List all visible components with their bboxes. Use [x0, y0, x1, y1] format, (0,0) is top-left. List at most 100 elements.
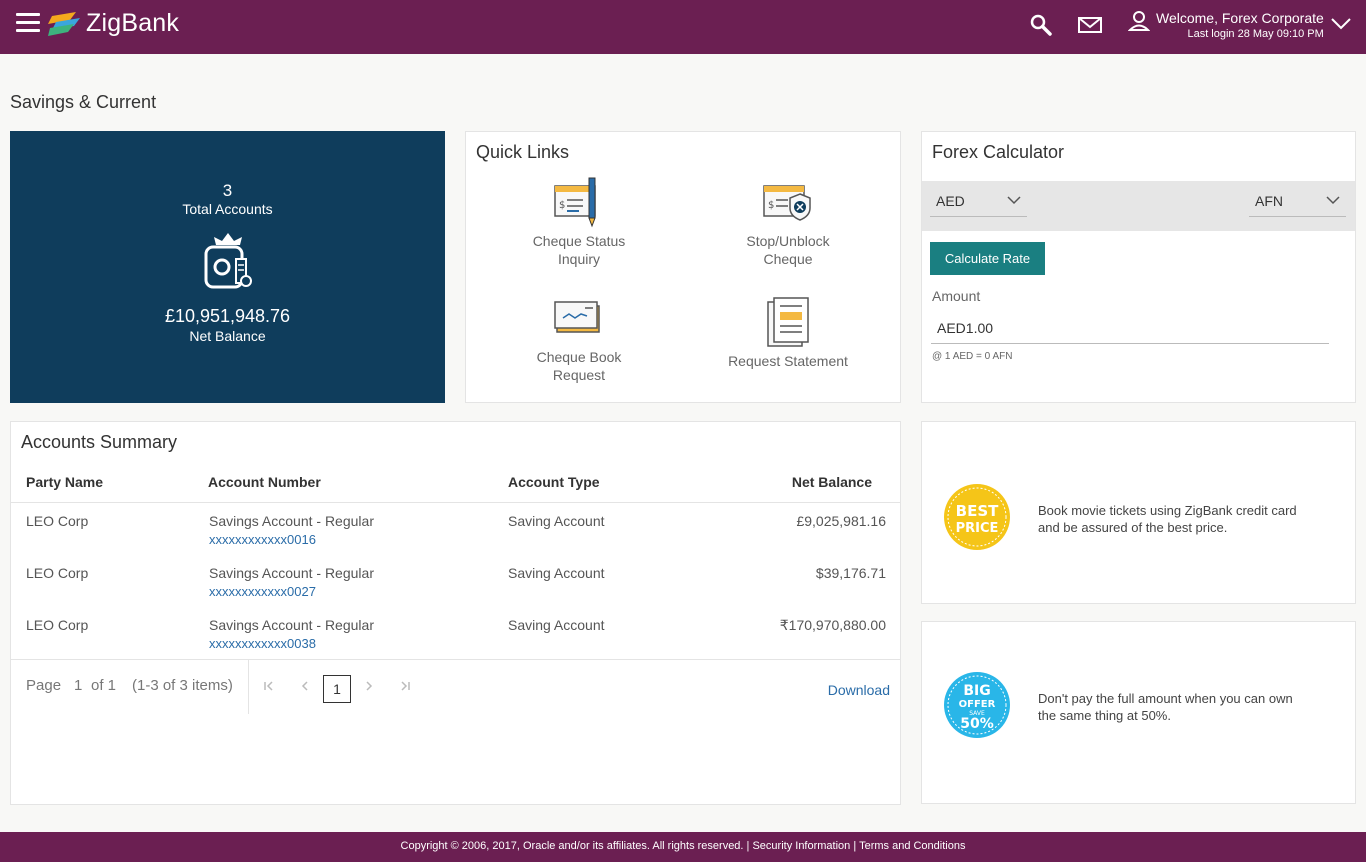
chevron-down-icon	[1007, 196, 1021, 205]
account-type: Saving Account	[508, 513, 605, 529]
account-name: Savings Account - Regular	[209, 617, 374, 633]
zigbank-logo-icon	[48, 11, 80, 36]
last-page-icon[interactable]	[397, 678, 413, 694]
page-number-input[interactable]: 1	[74, 677, 82, 694]
party-name: LEO Corp	[26, 565, 89, 581]
pagination: Page 1 of 1 (1-3 of 3 items) 1 Download	[11, 659, 900, 714]
column-header[interactable]: Net Balance	[792, 474, 872, 490]
badge-text: 50%	[960, 716, 994, 732]
page-label: Page	[26, 677, 62, 694]
welcome-text: Welcome, Forex Corporate	[1156, 10, 1324, 26]
column-header[interactable]: Account Type	[508, 474, 600, 490]
account-name: Savings Account - Regular	[209, 513, 374, 529]
quick-link-label: Cheque Book	[536, 349, 622, 365]
exchange-rate-note: @ 1 AED = 0 AFN	[932, 351, 1013, 362]
net-balance-amount: £10,951,948.76	[164, 306, 291, 326]
page-title: Savings & Current	[10, 92, 157, 112]
account-type: Saving Account	[508, 565, 605, 581]
quick-link-label: Cheque	[763, 251, 813, 267]
account-type: Saving Account	[508, 617, 605, 633]
prev-page-icon[interactable]	[297, 678, 313, 694]
cheque-book-icon	[554, 301, 600, 333]
forex-title: Forex Calculator	[932, 142, 1065, 162]
statement-icon	[767, 297, 809, 347]
svg-text:$: $	[559, 200, 565, 211]
amount-label: Amount	[932, 288, 981, 304]
total-accounts-label: Total Accounts	[182, 201, 273, 217]
table-row: LEO Corp Savings Account - Regular xxxxx…	[11, 608, 900, 660]
mail-icon[interactable]	[1077, 12, 1103, 38]
from-currency-value: AED	[936, 193, 965, 209]
quick-link-cheque-book[interactable]: Cheque Book Request	[484, 292, 674, 384]
current-page-button[interactable]: 1	[323, 675, 351, 703]
account-number-link[interactable]: xxxxxxxxxxxx0016	[209, 532, 374, 547]
quick-link-label: Request	[552, 367, 606, 383]
chevron-down-icon	[1326, 196, 1340, 205]
quick-link-stop-unblock[interactable]: $ Stop/Unblock Cheque	[693, 176, 883, 268]
user-menu[interactable]: Welcome, Forex Corporate Last login 28 M…	[1128, 10, 1352, 40]
quick-link-label: Cheque Status	[532, 233, 626, 249]
account-number-link[interactable]: xxxxxxxxxxxx0038	[209, 636, 374, 651]
column-header[interactable]: Account Number	[208, 474, 321, 490]
promo-text-line: Don't pay the full amount when you can o…	[1038, 691, 1293, 706]
quick-link-request-statement[interactable]: Request Statement	[693, 296, 883, 370]
cheque-status-icon: $	[554, 177, 596, 228]
last-login-text: Last login 28 May 09:10 PM	[1187, 28, 1324, 40]
money-bag-icon	[204, 233, 252, 289]
brand-logo[interactable]: ZigBank	[48, 9, 179, 38]
copyright-text: Copyright © 2006, 2017, Oracle and/or it…	[400, 840, 744, 852]
badge-text: BIG	[963, 683, 990, 699]
first-page-icon[interactable]	[261, 678, 277, 694]
from-currency-select[interactable]: AED	[930, 187, 1027, 217]
big-offer-badge-icon: BIG OFFER SAVE 50%	[944, 672, 1010, 738]
security-information-link[interactable]: Security Information	[752, 840, 850, 852]
stop-cheque-icon: $	[763, 185, 811, 221]
net-balance: £9,025,981.16	[796, 513, 886, 529]
forex-calculator-card: Forex Calculator AED AFN Calculate Rate …	[921, 131, 1356, 403]
page-total: of 1	[91, 677, 117, 694]
best-price-badge-icon: BEST PRICE	[944, 484, 1010, 550]
chevron-down-icon	[1331, 18, 1351, 30]
pager-divider	[248, 660, 249, 714]
quick-link-cheque-status[interactable]: $ Cheque Status Inquiry	[484, 176, 674, 268]
amount-input[interactable]	[931, 312, 1329, 344]
column-header[interactable]: Party Name	[26, 474, 103, 490]
promo-text-line: Book movie tickets using ZigBank credit …	[1038, 503, 1297, 518]
download-link[interactable]: Download	[828, 682, 890, 698]
top-header: ZigBank Welcome, Forex Corporate Last lo…	[0, 0, 1366, 54]
badge-text: BEST	[956, 502, 999, 520]
svg-text:$: $	[768, 200, 774, 211]
promo-card-best-price[interactable]: BEST PRICE Book movie tickets using ZigB…	[921, 421, 1356, 604]
promo-text: Book movie tickets using ZigBank credit …	[1038, 502, 1328, 536]
search-icon[interactable]	[1028, 12, 1054, 38]
quick-links-card: Quick Links $ Cheque Status Inquiry $ St	[465, 131, 901, 403]
party-name: LEO Corp	[26, 513, 89, 529]
menu-icon[interactable]	[16, 13, 40, 33]
badge-text: OFFER	[959, 699, 996, 710]
brand-name: ZigBank	[86, 9, 180, 37]
promo-card-big-offer[interactable]: BIG OFFER SAVE 50% Don't pay the full am…	[921, 621, 1356, 804]
total-accounts-count: 3	[222, 181, 233, 200]
items-range: (1-3 of 3 items)	[132, 677, 233, 694]
table-row: LEO Corp Savings Account - Regular xxxxx…	[11, 556, 900, 608]
table-header: Party Name Account Number Account Type N…	[11, 466, 900, 503]
table-row: LEO Corp Savings Account - Regular xxxxx…	[11, 504, 900, 556]
quick-link-label: Request Statement	[728, 353, 848, 369]
calculate-rate-button[interactable]: Calculate Rate	[930, 242, 1045, 275]
accounts-summary-card: Accounts Summary Party Name Account Numb…	[10, 421, 901, 805]
net-balance: $39,176.71	[815, 565, 886, 581]
promo-text-line: and be assured of the best price.	[1038, 520, 1228, 535]
to-currency-value: AFN	[1255, 193, 1283, 209]
next-page-icon[interactable]	[361, 678, 377, 694]
accounts-summary-title: Accounts Summary	[21, 432, 178, 452]
account-number-link[interactable]: xxxxxxxxxxxx0027	[209, 584, 374, 599]
user-icon	[1128, 11, 1150, 31]
account-name: Savings Account - Regular	[209, 565, 374, 581]
accounts-summary-tile[interactable]: 3 Total Accounts £10,951,948.76 Net Bala…	[10, 131, 445, 403]
quick-link-label: Inquiry	[557, 251, 601, 267]
quick-links-title: Quick Links	[476, 142, 570, 162]
promo-text-line: the same thing at 50%.	[1038, 708, 1171, 723]
terms-link[interactable]: Terms and Conditions	[859, 840, 965, 852]
to-currency-select[interactable]: AFN	[1249, 187, 1346, 217]
promo-text: Don't pay the full amount when you can o…	[1038, 690, 1328, 724]
